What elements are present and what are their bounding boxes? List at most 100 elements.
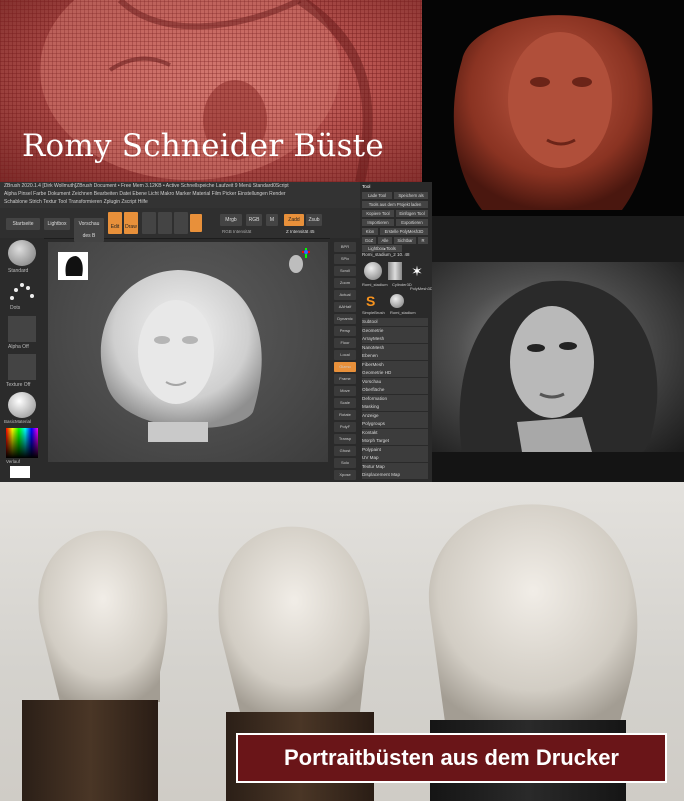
- tool-section-nanomesh[interactable]: NanoMesh: [362, 343, 428, 352]
- tool-section-polypaint[interactable]: Polypaint: [362, 445, 428, 454]
- tab-lightbox[interactable]: Lightbox: [44, 218, 70, 230]
- tool-thumb-cylinder[interactable]: [388, 262, 402, 280]
- tool-section-subtool[interactable]: Subtool: [362, 318, 428, 326]
- zsub-button[interactable]: Zsub: [306, 214, 322, 226]
- tool-section-fibermesh[interactable]: FiberMesh: [362, 360, 428, 369]
- tool-thumb-romi-2[interactable]: [390, 294, 404, 308]
- menubar-menus-2[interactable]: Schablone Strich Textur Tool Transformie…: [4, 199, 148, 205]
- tool-section-polygroups[interactable]: Polygroups: [362, 420, 428, 428]
- tool-panel-button[interactable]: Kopiere Tool: [362, 210, 394, 217]
- rgb-intensity-slider[interactable]: RGB Intensität: [222, 229, 251, 234]
- tool-thumb-label: Romi_stadium: [362, 282, 388, 287]
- tool-thumb-romi[interactable]: [364, 262, 382, 280]
- alpha-slot[interactable]: [8, 316, 36, 342]
- tool-panel-button[interactable]: Importieren: [362, 219, 394, 226]
- rgb-button[interactable]: RGB: [246, 214, 262, 226]
- tool-section-displacement-map[interactable]: Displacement Map: [362, 471, 428, 479]
- texture-label: Texture Off: [6, 382, 31, 388]
- tool-panel-button[interactable]: R: [418, 237, 428, 244]
- tool-panel-button[interactable]: Erstelle PolyMesh3D: [380, 228, 428, 235]
- shelf-button[interactable]: Frame: [334, 374, 356, 384]
- shelf-button[interactable]: Transp: [334, 434, 356, 444]
- shelf-button[interactable]: Persp: [334, 326, 356, 336]
- shelf-button[interactable]: Actual: [334, 290, 356, 300]
- z-intensity-slider[interactable]: Z Intensität 45: [286, 229, 315, 234]
- stroke-dots-icon[interactable]: [8, 278, 36, 304]
- tool-section-uv-map[interactable]: UV Map: [362, 454, 428, 462]
- tool-panel-button[interactable]: Exportieren: [396, 219, 428, 226]
- gradient-label: Verlauf: [6, 459, 21, 464]
- tool-panel-button[interactable]: Lightbox▸Tools: [362, 245, 402, 252]
- shelf-button[interactable]: Gizmo: [334, 362, 356, 372]
- mrgb-button[interactable]: Mrgb: [220, 214, 242, 226]
- rotate-button[interactable]: [174, 212, 188, 234]
- material-sphere-button[interactable]: [190, 214, 202, 232]
- tool-panel-button[interactable]: GoZ: [362, 237, 376, 244]
- zbrush-canvas[interactable]: [48, 242, 328, 462]
- m-button[interactable]: M: [266, 214, 278, 226]
- shelf-button[interactable]: Dynamic: [334, 314, 356, 324]
- stroke-label: Dots: [10, 305, 21, 311]
- shelf-button[interactable]: BPR: [334, 242, 356, 252]
- caption-banner: Portraitbüsten aus dem Drucker: [236, 733, 667, 783]
- tool-section-kontakt[interactable]: Kontakt: [362, 428, 428, 437]
- shelf-button[interactable]: Xpose: [334, 470, 356, 480]
- tool-section-textur-map[interactable]: Textur Map: [362, 462, 428, 471]
- material-sphere-icon[interactable]: [8, 392, 36, 418]
- shelf-button[interactable]: Rotate: [334, 410, 356, 420]
- shelf-button[interactable]: Solo: [334, 458, 356, 468]
- shelf-button[interactable]: Ghost: [334, 446, 356, 456]
- current-tool-label: Romi_stadium_2 10. 48: [362, 252, 410, 257]
- tool-thumb-label: Cylinder3D: [392, 282, 412, 287]
- scale-button[interactable]: [158, 212, 172, 234]
- tool-panel-button[interactable]: Speichern als: [394, 192, 428, 199]
- reference-photo: [432, 262, 684, 452]
- brush-label: Standard: [8, 268, 29, 274]
- page-title: Romy Schneider Büste: [22, 128, 384, 164]
- brush-standard-icon[interactable]: [8, 240, 36, 266]
- shelf-button[interactable]: PolyF: [334, 422, 356, 432]
- tool-section-geometrie-hd[interactable]: Geometrie HD: [362, 369, 428, 377]
- tool-section-masking[interactable]: Masking: [362, 403, 428, 411]
- reference-portrait-shape: [459, 280, 658, 452]
- shelf-button[interactable]: Zoom: [334, 278, 356, 288]
- edit-button[interactable]: Edit: [108, 212, 122, 234]
- simplebrush-icon[interactable]: S: [366, 294, 380, 308]
- material-label: BasicMaterial: [4, 419, 32, 424]
- dark-background-strip: [432, 216, 684, 262]
- shelf-button[interactable]: AAHalf: [334, 302, 356, 312]
- tab-startseite[interactable]: Startseite: [6, 218, 40, 230]
- tool-panel-button[interactable]: Einfügen Tool: [396, 210, 428, 217]
- shelf-button[interactable]: Move: [334, 386, 356, 396]
- zadd-button[interactable]: Zadd: [284, 214, 304, 226]
- shelf-button[interactable]: Floor: [334, 338, 356, 348]
- dark-background-strip-2: [432, 452, 684, 482]
- tool-section-anzeige[interactable]: Anzeige: [362, 411, 428, 420]
- tab-vorschau[interactable]: Vorschau des B: [74, 218, 104, 242]
- tool-section-geometrie[interactable]: Geometrie: [362, 326, 428, 335]
- shelf-button[interactable]: Scale: [334, 398, 356, 408]
- color-picker[interactable]: [6, 428, 38, 458]
- left-shelf: Standard Dots Alpha Off Texture Off Basi…: [0, 238, 44, 482]
- menubar-menus[interactable]: Alpha Pinsel Farbe Dokument Zeichnen Bea…: [4, 191, 286, 197]
- tool-section-morph-target[interactable]: Morph Target: [362, 437, 428, 445]
- move-button[interactable]: [142, 212, 156, 234]
- tool-section-deformation[interactable]: Deformation: [362, 394, 428, 403]
- shelf-button[interactable]: SPix: [334, 254, 356, 264]
- tool-panel-button[interactable]: Lade Tool: [362, 192, 392, 199]
- main-color-swatch[interactable]: [10, 466, 30, 478]
- tool-section-oberfläche[interactable]: Oberfläche: [362, 386, 428, 394]
- tool-panel-button[interactable]: Klon: [362, 228, 378, 235]
- tool-panel-button[interactable]: Sichtbar: [394, 237, 416, 244]
- tool-thumb-polymesh-icon[interactable]: ✶: [408, 262, 426, 280]
- shelf-button[interactable]: Scroll: [334, 266, 356, 276]
- texture-slot[interactable]: [8, 354, 36, 380]
- tool-panel-button[interactable]: Tools aus dem Projekt laden: [362, 201, 428, 208]
- tool-section-vorschau[interactable]: Vorschau: [362, 377, 428, 386]
- draw-button[interactable]: Draw: [124, 212, 138, 234]
- orientation-gizmo-icon[interactable]: [284, 246, 314, 286]
- tool-panel-button[interactable]: Alle: [378, 237, 392, 244]
- tool-section-arraymesh[interactable]: ArrayMesh: [362, 335, 428, 343]
- tool-section-ebenen[interactable]: Ebenen: [362, 352, 428, 360]
- shelf-button[interactable]: Local: [334, 350, 356, 360]
